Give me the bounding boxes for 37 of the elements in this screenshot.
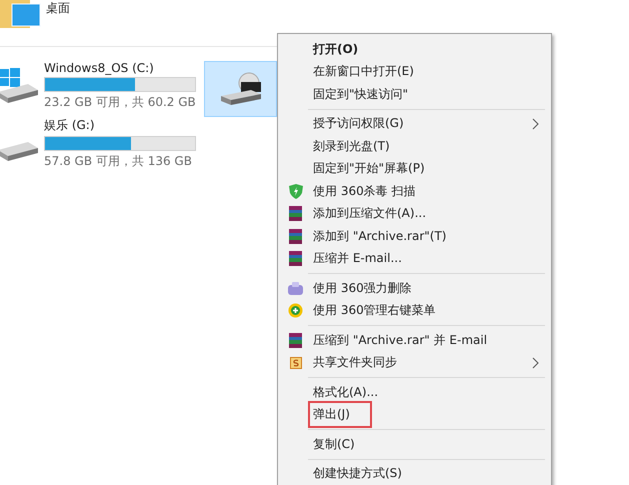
eraser-icon [288,282,303,295]
dvd-drive-icon [220,72,260,106]
menu-item[interactable]: 固定到"开始"屏幕(P) [280,158,549,180]
menu-item[interactable]: 使用 360杀毒 扫描 [280,180,549,202]
dvd-drive-tile[interactable] [204,61,277,117]
menu-item[interactable]: 打开(O) [280,38,549,60]
books-icon [288,251,303,266]
plus-circle-icon [288,303,303,318]
drive-space: 23.2 GB 可用，共 60.2 GB [44,94,196,111]
chevron-icon [532,356,539,369]
shield-icon [288,184,302,199]
menu-item[interactable]: 使用 360管理右键菜单 [280,300,549,322]
menu-item[interactable]: 弹出(J) [280,404,549,426]
drive-space: 57.8 GB 可用，共 136 GB [44,153,193,170]
books-icon [288,228,303,244]
menu-item[interactable]: 在新窗口中打开(E) [280,60,549,83]
menu-item[interactable]: 使用 360强力删除 [280,277,549,300]
books-icon [288,332,303,348]
menu-item[interactable]: 共享文件夹同步 [280,352,549,374]
books-icon [288,206,303,222]
drive-name: 娱乐 (G:) [44,117,96,134]
menu-item[interactable]: 添加到压缩文件(A)... [280,202,549,225]
menu-item[interactable]: 授予访问权限(G) [280,112,549,135]
menu-item[interactable]: 创建快捷方式(S) [280,462,549,485]
menu-item[interactable]: 压缩到 "Archive.rar" 并 E-mail [280,329,549,352]
menu-item[interactable]: 格式化(A)... [280,381,549,404]
menu-item[interactable]: 压缩并 E-mail... [280,248,549,270]
chevron-icon [532,118,539,130]
folder-icon [0,0,42,30]
menu-item[interactable]: 复制(C) [280,433,549,456]
drive-name: Windows8_OS (C:) [44,61,155,75]
menu-item[interactable]: 刻录到光盘(T) [280,135,549,158]
menu-item[interactable]: 固定到"快速访问" [280,83,549,106]
windows-drive-icon[interactable] [0,66,40,106]
folder-label: 桌面 [46,0,70,17]
s-square-icon [290,356,302,369]
menu-item[interactable]: 添加到 "Archive.rar"(T) [280,225,549,248]
